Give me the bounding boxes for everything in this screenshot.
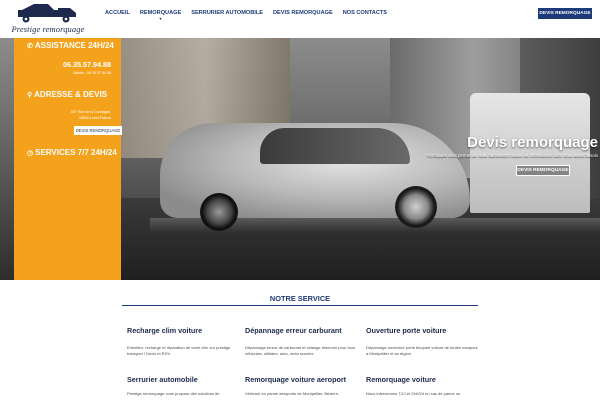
service-title[interactable]: Recharge clim voiture <box>127 326 239 335</box>
nav-item-serrurier-automobile[interactable]: SERRURIER AUTOMOBILE <box>186 10 268 16</box>
service-description: Véhicule en panne aéroports de Montpelli… <box>245 391 339 396</box>
panel-devis-button[interactable]: DEVIS REMORQUAGE <box>74 126 122 135</box>
service-description: Dépannage ouverture porte bloquée voitur… <box>366 345 478 356</box>
service-card[interactable]: Remorquage voiture aeroport Véhicule en … <box>245 375 357 397</box>
address-heading-label: ADRESSE & DEVIS <box>34 90 108 99</box>
map-pin-icon: ⚲ <box>27 91 33 99</box>
phone-icon: ✆ <box>27 42 33 50</box>
services-title: NOTRE SERVICE <box>269 294 331 303</box>
nav-item-accueil[interactable]: ACCUEIL <box>100 10 135 16</box>
address-section: ⚲ ADRESSE & DEVIS <box>14 90 121 99</box>
site-logo[interactable]: Prestige remorquage <box>6 2 90 36</box>
services-hours-section: ◷ SERVICES 7/7 24H/24 <box>14 148 121 157</box>
logo-text: Prestige remorquage <box>11 24 85 34</box>
nav-item-remorquage[interactable]: REMORQUAGE <box>135 10 186 16</box>
services-hours-label: SERVICES 7/7 24H/24 <box>35 148 117 157</box>
hero-title: Devis remorquage <box>467 134 598 151</box>
services-hours-heading: ◷ SERVICES 7/7 24H/24 <box>14 148 121 157</box>
service-card[interactable]: Ouverture porte voiture Dépannage ouvert… <box>366 326 478 356</box>
main-nav: ACCUEIL REMORQUAGE SERRURIER AUTOMOBILE … <box>100 10 392 16</box>
service-title[interactable]: Remorquage voiture <box>366 375 478 384</box>
service-title[interactable]: Dépannage erreur carburant <box>245 326 357 335</box>
service-card[interactable]: Dépannage erreur carburant Dépannage err… <box>245 326 357 356</box>
contact-panel: ✆ ASSISTANCE 24H/24 06.35.57.94.88 Mobil… <box>14 38 122 280</box>
hero-subtitle: Formulaire vous permet de nous transmett… <box>426 153 598 158</box>
nav-item-nos-contacts[interactable]: NOS CONTACTS <box>338 10 392 16</box>
assistance-heading: ✆ ASSISTANCE 24H/24 <box>14 41 121 50</box>
phone-number[interactable]: 06.35.57.94.88 <box>14 60 111 69</box>
service-card[interactable]: Serrurier automobile Prestige remorquage… <box>127 375 239 397</box>
service-description: Entretien, recharge et réparation de vot… <box>127 345 231 356</box>
service-title[interactable]: Serrurier automobile <box>127 375 239 384</box>
site-header: Prestige remorquage ACCUEIL REMORQUAGE S… <box>0 0 600 38</box>
address-line-1: 527 Rue de la Carraigue, <box>70 110 111 114</box>
header-devis-button[interactable]: DEVIS REMORQUAGE <box>538 8 592 19</box>
tow-truck-logo-icon <box>18 4 76 23</box>
services-divider <box>122 305 478 306</box>
service-description: Prestige remorquage vous propose des sol… <box>127 391 220 396</box>
hero-car-wheel <box>200 193 238 231</box>
assistance-section: ✆ ASSISTANCE 24H/24 <box>14 41 121 50</box>
nav-item-devis-remorquage[interactable]: DEVIS REMORQUAGE <box>268 10 338 16</box>
mobile-number[interactable]: Mobile : 06 35 57 94 88 <box>14 71 111 75</box>
address-heading: ⚲ ADRESSE & DEVIS <box>14 90 121 99</box>
service-card[interactable]: Remorquage voiture Nous intervenons 7J/J… <box>366 375 478 397</box>
address-line-2: 34830 Lunel-Franca <box>78 116 111 120</box>
service-description: Dépannage erreur de carburant et vidange… <box>245 345 356 356</box>
service-title[interactable]: Ouverture porte voiture <box>366 326 478 335</box>
hero-car-wheel <box>395 186 437 228</box>
service-card[interactable]: Recharge clim voiture Entretien, recharg… <box>127 326 239 356</box>
assistance-heading-label: ASSISTANCE 24H/24 <box>34 41 114 50</box>
service-title[interactable]: Remorquage voiture aeroport <box>245 375 357 384</box>
service-description: Nous intervenons 7J/J et 24H/24 en cas d… <box>366 391 461 396</box>
clock-icon: ◷ <box>27 149 34 157</box>
hero-devis-button[interactable]: DEVIS REMORQUAGE <box>516 165 570 176</box>
